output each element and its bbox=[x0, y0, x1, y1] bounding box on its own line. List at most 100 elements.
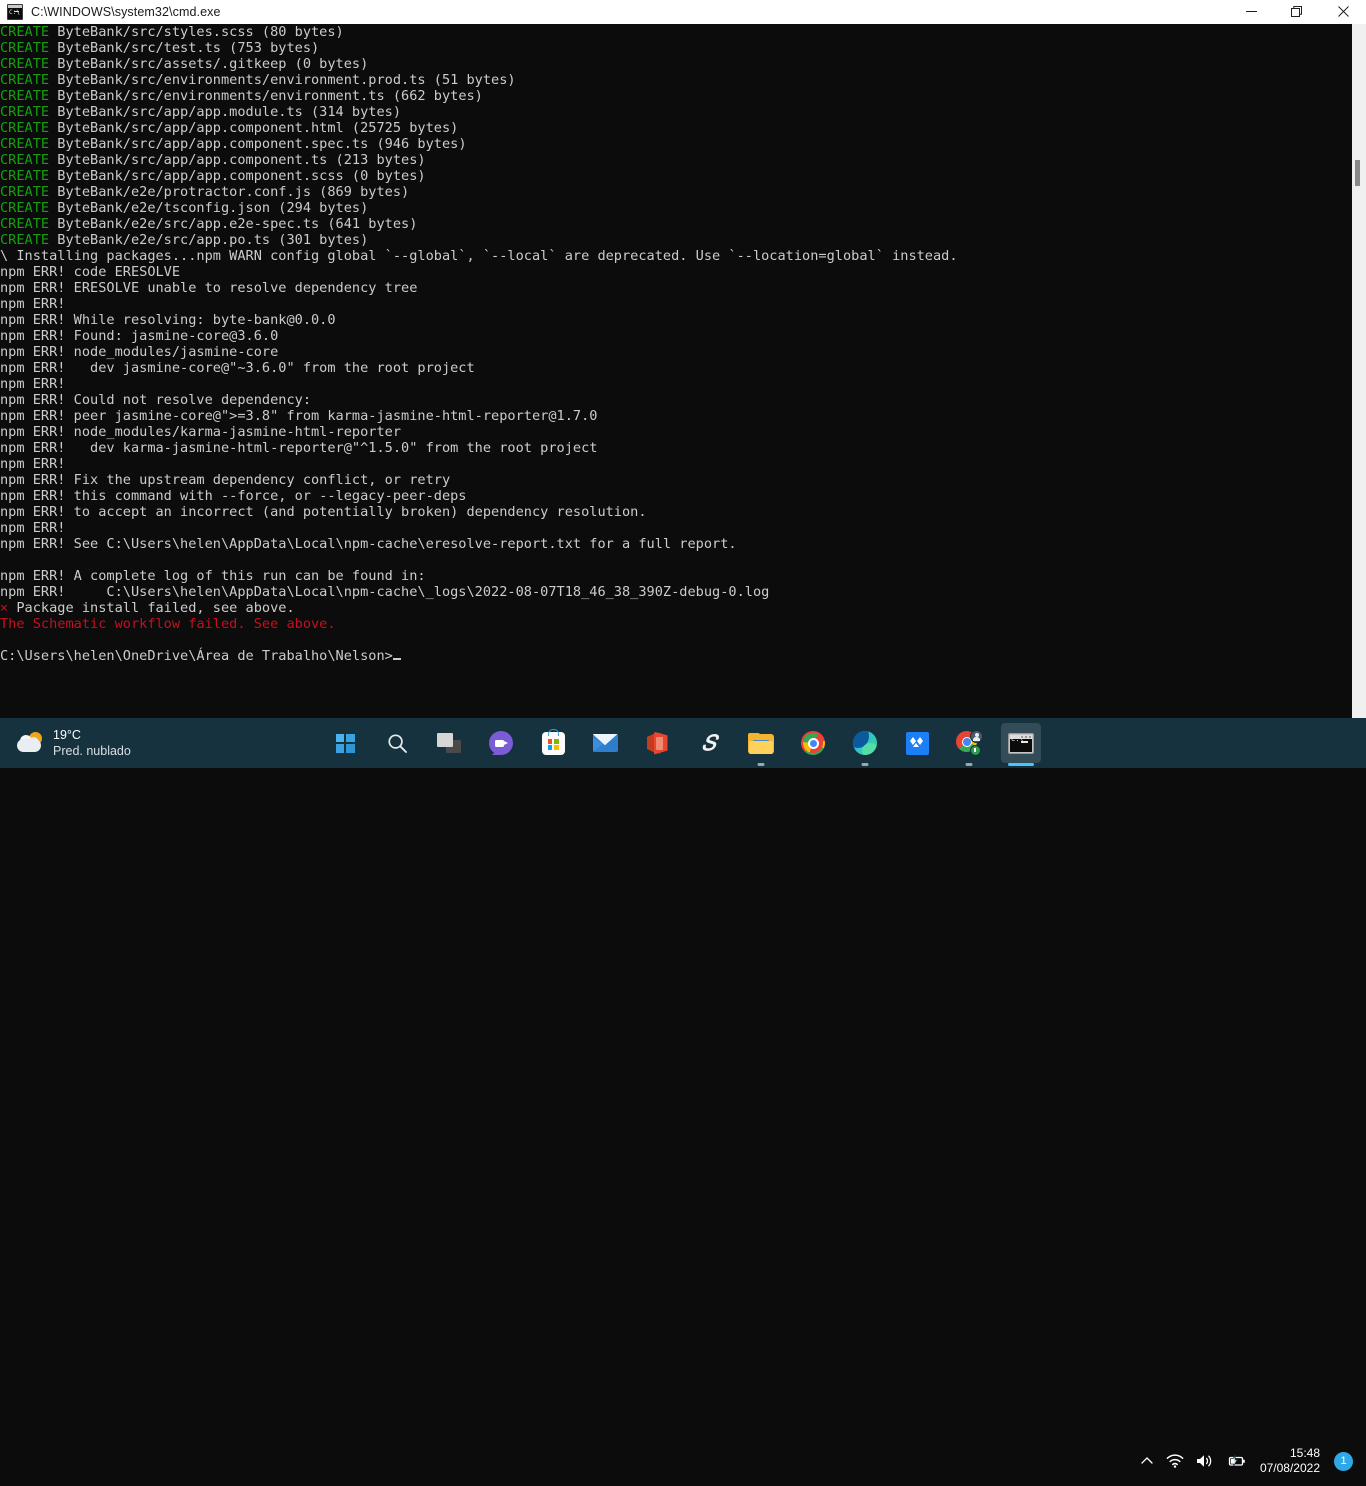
windows-logo-icon bbox=[335, 733, 355, 753]
dropbox-button[interactable] bbox=[897, 723, 937, 763]
console-segment: npm ERR! bbox=[0, 376, 74, 392]
system-tray: 15:48 07/08/2022 1 bbox=[1134, 1436, 1366, 1486]
console-line: npm ERR! to accept an incorrect (and pot… bbox=[0, 504, 958, 520]
wifi-icon bbox=[1166, 1454, 1184, 1468]
partly-cloudy-icon bbox=[16, 732, 44, 754]
console-segment: ByteBank/e2e/src/app.e2e-spec.ts (641 by… bbox=[49, 216, 418, 232]
console-segment: CREATE bbox=[0, 184, 50, 200]
taskbar-app-buttons: 𝑆 C:\ bbox=[319, 718, 1047, 768]
console-segment: CREATE bbox=[0, 56, 50, 72]
show-hidden-icons-button[interactable] bbox=[1134, 1441, 1160, 1481]
console-line: npm ERR! Found: jasmine-core@3.6.0 bbox=[0, 328, 958, 344]
console-segment: Package install failed, see above. bbox=[8, 600, 295, 616]
minimize-button[interactable] bbox=[1228, 0, 1274, 24]
console-segment: npm ERR! bbox=[0, 456, 74, 472]
console-segment: npm ERR! node_modules/karma-jasmine-html… bbox=[0, 424, 402, 440]
console-segment: CREATE bbox=[0, 24, 50, 40]
console-segment: ByteBank/src/assets/.gitkeep (0 bytes) bbox=[49, 56, 369, 72]
cmd-icon: C:\ bbox=[1008, 732, 1034, 754]
chrome-button[interactable] bbox=[793, 723, 833, 763]
clock-time: 15:48 bbox=[1289, 1446, 1320, 1460]
volume-button[interactable] bbox=[1190, 1441, 1220, 1481]
console-segment: ByteBank/src/app/app.component.spec.ts (… bbox=[49, 136, 467, 152]
network-button[interactable] bbox=[1160, 1441, 1190, 1481]
mail-button[interactable] bbox=[585, 723, 625, 763]
window-controls bbox=[1228, 0, 1366, 24]
clock-date: 07/08/2022 bbox=[1259, 1461, 1320, 1475]
console-segment: The Schematic workflow failed. See above… bbox=[0, 616, 336, 632]
task-view-button[interactable] bbox=[429, 723, 469, 763]
weather-widget[interactable]: 19°C Pred. nublado bbox=[2, 721, 141, 765]
console-line: npm ERR! Fix the upstream dependency con… bbox=[0, 472, 958, 488]
maximize-restore-button[interactable] bbox=[1274, 0, 1320, 24]
console-segment: ByteBank/src/app/app.component.html (257… bbox=[49, 120, 459, 136]
mail-icon bbox=[592, 734, 618, 752]
console-segment: npm ERR! See C:\Users\helen\AppData\Loca… bbox=[0, 536, 737, 552]
console-segment: ByteBank/src/test.ts (753 bytes) bbox=[49, 40, 320, 56]
battery-charging-icon bbox=[1228, 1454, 1245, 1466]
console-line: npm ERR! ERESOLVE unable to resolve depe… bbox=[0, 280, 958, 296]
console-text: CREATE ByteBank/src/styles.scss (80 byte… bbox=[0, 24, 958, 664]
console-line: npm ERR! node_modules/jasmine-core bbox=[0, 344, 958, 360]
console-segment: npm ERR! dev karma-jasmine-html-reporter… bbox=[0, 440, 598, 456]
microsoft-store-button[interactable] bbox=[533, 723, 573, 763]
console-segment: npm ERR! While resolving: byte-bank@0.0.… bbox=[0, 312, 336, 328]
console-line: CREATE ByteBank/src/styles.scss (80 byte… bbox=[0, 24, 958, 40]
notification-badge[interactable]: 1 bbox=[1334, 1451, 1353, 1471]
console-output-area[interactable]: CREATE ByteBank/src/styles.scss (80 byte… bbox=[0, 24, 1366, 718]
console-line: CREATE ByteBank/e2e/tsconfig.json (294 b… bbox=[0, 200, 958, 216]
taskbar: 19°C Pred. nublado 𝑆 C:\ 15:48 07/08/202… bbox=[0, 718, 1366, 1475]
weather-temperature: 19°C bbox=[53, 727, 81, 742]
console-line: CREATE ByteBank/src/app/app.component.sc… bbox=[0, 168, 958, 184]
console-line: npm ERR! bbox=[0, 296, 958, 312]
cmd-button[interactable]: C:\ bbox=[1001, 723, 1041, 766]
edge-button[interactable] bbox=[845, 723, 885, 766]
dropbox-icon bbox=[905, 731, 929, 755]
console-segment: CREATE bbox=[0, 40, 50, 56]
console-line: CREATE ByteBank/src/environments/environ… bbox=[0, 88, 958, 104]
start-button[interactable] bbox=[325, 723, 365, 763]
console-segment: npm ERR! Could not resolve dependency: bbox=[0, 392, 311, 408]
console-line: × Package install failed, see above. bbox=[0, 600, 958, 616]
console-segment: \ Installing packages...npm WARN config … bbox=[0, 248, 958, 264]
console-segment: CREATE bbox=[0, 200, 50, 216]
console-segment: npm ERR! bbox=[0, 296, 74, 312]
search-button[interactable] bbox=[377, 723, 417, 763]
office-button[interactable] bbox=[637, 723, 677, 763]
console-segment: npm ERR! Found: jasmine-core@3.6.0 bbox=[0, 328, 279, 344]
console-scrollbar-thumb[interactable] bbox=[1355, 160, 1360, 186]
close-button[interactable] bbox=[1320, 0, 1366, 24]
window-title-bar[interactable]: C:\WINDOWS\system32\cmd.exe bbox=[0, 0, 1366, 24]
console-segment: CREATE bbox=[0, 232, 50, 248]
console-line: npm ERR! C:\Users\helen\AppData\Local\np… bbox=[0, 584, 958, 600]
console-segment: CREATE bbox=[0, 152, 50, 168]
console-segment: CREATE bbox=[0, 136, 50, 152]
chat-button[interactable] bbox=[481, 723, 521, 763]
console-line: npm ERR! bbox=[0, 456, 958, 472]
console-line: npm ERR! dev jasmine-core@"~3.6.0" from … bbox=[0, 360, 958, 376]
console-line: CREATE ByteBank/src/test.ts (753 bytes) bbox=[0, 40, 958, 56]
console-line: The Schematic workflow failed. See above… bbox=[0, 616, 958, 632]
console-line: npm ERR! While resolving: byte-bank@0.0.… bbox=[0, 312, 958, 328]
clock-button[interactable]: 15:48 07/08/2022 bbox=[1252, 1441, 1328, 1481]
console-line: CREATE ByteBank/e2e/src/app.po.ts (301 b… bbox=[0, 232, 958, 248]
lightning-s-icon: 𝑆 bbox=[701, 730, 716, 755]
console-line: npm ERR! Could not resolve dependency: bbox=[0, 392, 958, 408]
console-segment: npm ERR! dev jasmine-core@"~3.6.0" from … bbox=[0, 360, 475, 376]
console-segment: ByteBank/e2e/src/app.po.ts (301 bytes) bbox=[49, 232, 369, 248]
console-line: npm ERR! dev karma-jasmine-html-reporter… bbox=[0, 440, 958, 456]
console-segment: ByteBank/src/styles.scss (80 bytes) bbox=[49, 24, 344, 40]
file-explorer-button[interactable] bbox=[741, 723, 781, 766]
console-segment: npm ERR! A complete log of this run can … bbox=[0, 568, 426, 584]
console-segment: npm ERR! ERESOLVE unable to resolve depe… bbox=[0, 280, 418, 296]
console-segment: CREATE bbox=[0, 88, 50, 104]
console-scrollbar[interactable] bbox=[1352, 24, 1366, 718]
battery-button[interactable] bbox=[1220, 1441, 1252, 1481]
weather-condition: Pred. nublado bbox=[53, 743, 131, 758]
chrome-profile-button[interactable] bbox=[949, 723, 989, 766]
console-line: CREATE ByteBank/src/app/app.module.ts (3… bbox=[0, 104, 958, 120]
lightning-app-button[interactable]: 𝑆 bbox=[689, 723, 729, 763]
console-prompt-line[interactable]: C:\Users\helen\OneDrive\Área de Trabalho… bbox=[0, 648, 958, 664]
